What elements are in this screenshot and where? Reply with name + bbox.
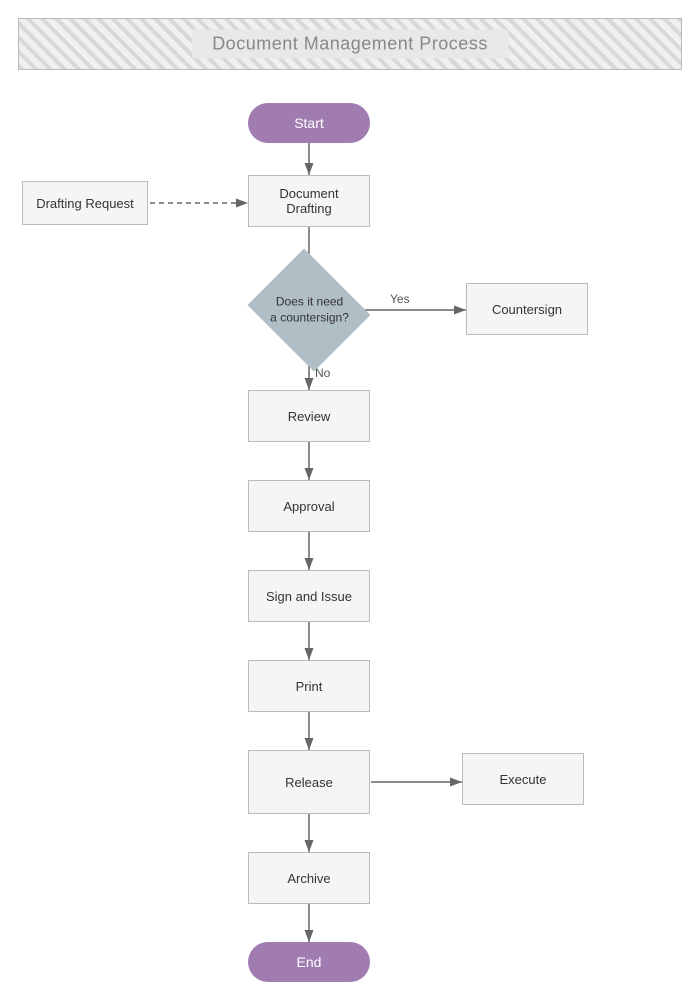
drafting-request-node: Drafting Request: [22, 181, 148, 225]
archive-label: Archive: [287, 871, 330, 886]
review-label: Review: [288, 409, 331, 424]
approval-label: Approval: [283, 499, 334, 514]
document-drafting-label: Document Drafting: [279, 186, 338, 216]
end-label: End: [297, 954, 322, 970]
flowchart: Yes No Start Document Drafting Drafting …: [0, 85, 700, 1000]
countersign-diamond: Does it need a countersign?: [247, 248, 370, 371]
header-title: Document Management Process: [192, 30, 508, 59]
header: Document Management Process: [18, 18, 682, 70]
start-label: Start: [294, 115, 324, 131]
diamond-label: Does it need a countersign?: [270, 294, 349, 325]
release-label: Release: [285, 775, 333, 790]
document-drafting-node: Document Drafting: [248, 175, 370, 227]
yes-label: Yes: [390, 292, 410, 306]
approval-node: Approval: [248, 480, 370, 532]
archive-node: Archive: [248, 852, 370, 904]
execute-label: Execute: [500, 772, 547, 787]
review-node: Review: [248, 390, 370, 442]
release-node: Release: [248, 750, 370, 814]
print-label: Print: [296, 679, 323, 694]
countersign-node: Countersign: [466, 283, 588, 335]
start-node: Start: [248, 103, 370, 143]
execute-node: Execute: [462, 753, 584, 805]
sign-and-issue-node: Sign and Issue: [248, 570, 370, 622]
sign-and-issue-label: Sign and Issue: [266, 589, 352, 604]
countersign-label: Countersign: [492, 302, 562, 317]
end-node: End: [248, 942, 370, 982]
drafting-request-label: Drafting Request: [36, 196, 134, 211]
print-node: Print: [248, 660, 370, 712]
